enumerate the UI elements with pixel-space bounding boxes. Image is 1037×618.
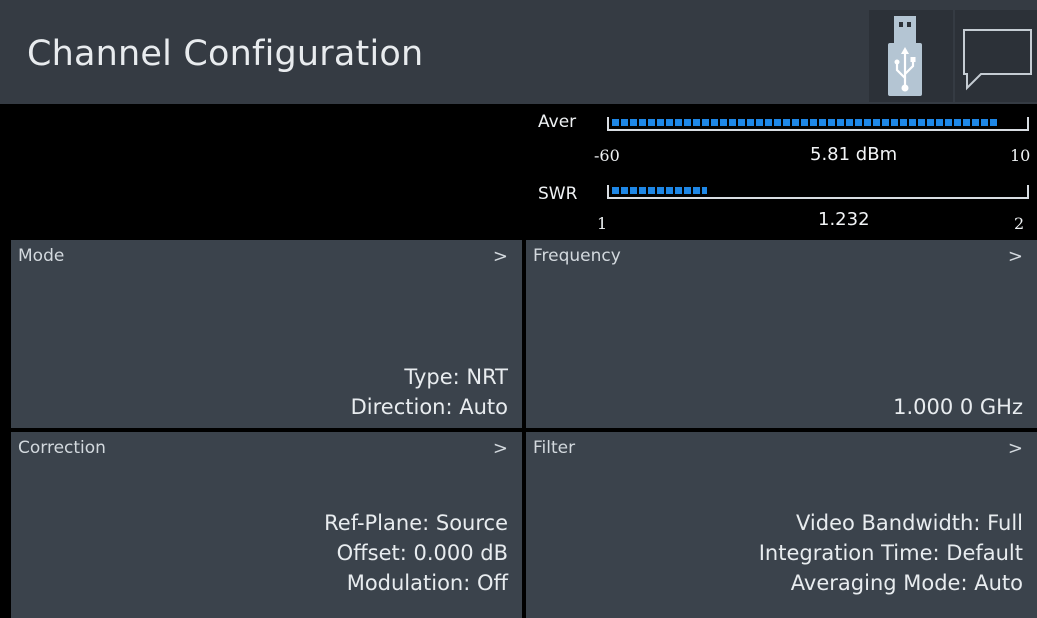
correction-offset-value: Offset: 0.000 dB [336,541,508,565]
aver-label: Aver [538,112,577,132]
correction-panel-title: Correction [18,438,106,458]
correction-panel-values: Ref-Plane: Source Offset: 0.000 dB Modul… [324,508,508,598]
usb-cap [894,16,916,43]
chevron-right-icon: > [492,438,508,459]
swr-min-label: 1 [597,214,608,233]
message-button[interactable] [955,10,1037,102]
aver-max-label: 10 [1010,146,1031,165]
aver-bar [607,117,1029,131]
filter-averaging-mode-value: Averaging Mode: Auto [790,571,1023,595]
speech-bubble-icon [963,29,1032,91]
usb-button[interactable] [869,10,953,102]
swr-bar [607,185,1029,199]
usb-symbol-icon [894,47,916,92]
filter-panel[interactable]: Filter > Video Bandwidth: Full Integrati… [526,432,1037,618]
frequency-panel-values: 1.000 0 GHz [893,392,1023,422]
mode-panel-values: Type: NRT Direction: Auto [351,362,508,422]
correction-panel[interactable]: Correction > Ref-Plane: Source Offset: 0… [11,432,522,618]
meter-display: Aver -60 5.81 dBm 10 SWR 1 1.232 2 [0,104,1037,238]
swr-bar-fill [612,187,707,194]
mode-panel[interactable]: Mode > Type: NRT Direction: Auto [11,240,522,428]
page-title: Channel Configuration [27,34,424,74]
filter-panel-values: Video Bandwidth: Full Integration Time: … [759,508,1023,598]
chevron-right-icon: > [492,246,508,267]
filter-integration-time-value: Integration Time: Default [758,541,1023,565]
chevron-right-icon: > [1007,246,1023,267]
aver-bar-fill [612,119,999,126]
correction-modulation-value: Modulation: Off [346,571,508,595]
mode-panel-title: Mode [18,246,65,266]
frequency-value: 1.000 0 GHz [893,395,1023,419]
frequency-panel[interactable]: Frequency > 1.000 0 GHz [526,240,1037,428]
filter-panel-title: Filter [533,438,576,458]
correction-ref-plane-value: Ref-Plane: Source [324,511,508,535]
frequency-panel-title: Frequency [533,246,621,266]
aver-value: 5.81 dBm [810,144,898,165]
swr-max-label: 2 [1014,214,1025,233]
chevron-right-icon: > [1007,438,1023,459]
swr-label: SWR [538,184,578,204]
aver-min-label: -60 [594,146,620,165]
mode-type-value: Type: NRT [404,365,508,389]
mode-direction-value: Direction: Auto [350,395,508,419]
title-bar: Channel Configuration [0,0,1037,104]
swr-value: 1.232 [818,209,870,230]
filter-video-bandwidth-value: Video Bandwidth: Full [796,511,1023,535]
